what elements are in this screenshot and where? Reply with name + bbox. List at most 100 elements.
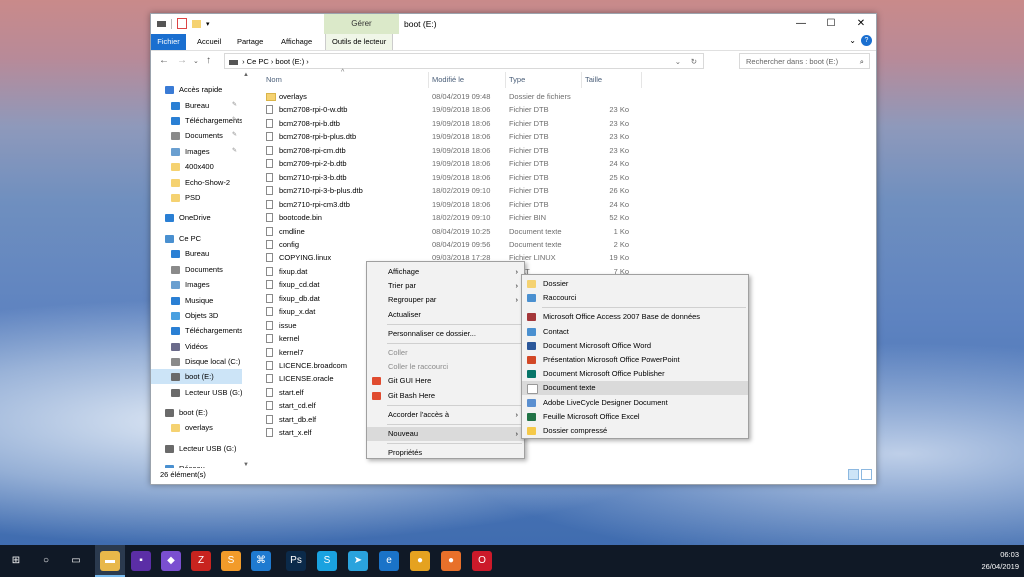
menu-item[interactable]: Coller le raccourci	[367, 360, 524, 374]
file-row[interactable]: bcm2710-rpi-cm3.dtb 19/09/2018 18:06 Fichi…	[251, 198, 811, 211]
edge-icon[interactable]: e	[379, 551, 399, 571]
sidebar-item[interactable]: Musique	[151, 293, 242, 308]
sidebar-item[interactable]: OneDrive	[151, 210, 242, 225]
menu-item[interactable]: Nouveau ›	[367, 427, 524, 441]
file-explorer-icon[interactable]: ▬	[100, 551, 120, 571]
file-row[interactable]: bootcode.bin 18/02/2019 09:10 Fichier BIN 5…	[251, 211, 811, 224]
menu-item[interactable]: Coller	[367, 346, 524, 360]
column-separator[interactable]	[428, 72, 429, 88]
skype-icon[interactable]: S	[317, 551, 337, 571]
manage-tab[interactable]: Gérer	[324, 14, 399, 34]
sublime-icon[interactable]: S	[221, 551, 241, 571]
tab-affichage[interactable]: Affichage	[275, 34, 318, 50]
pin-icon[interactable]: ✎	[232, 98, 237, 113]
menu-item[interactable]: Affichage ›	[367, 265, 524, 279]
back-arrow-icon[interactable]: ←	[159, 55, 169, 66]
sidebar-item[interactable]: Téléchargements	[151, 323, 242, 338]
file-row[interactable]: COPYING.linux 09/03/2018 17:28 Fichier LIN…	[251, 251, 811, 264]
menu-item[interactable]: Présentation Microsoft Office PowerPoint	[522, 353, 748, 367]
sidebar-item[interactable]: overlays	[151, 420, 242, 435]
menu-item[interactable]: Actualiser	[367, 308, 524, 322]
pin-icon[interactable]: ✎	[232, 144, 237, 159]
forward-arrow-icon[interactable]: →	[177, 55, 187, 66]
file-row[interactable]: config 08/04/2019 09:56 Document texte 2 Ko	[251, 238, 811, 251]
menu-item[interactable]: Trier par ›	[367, 279, 524, 293]
filezilla-icon[interactable]: Z	[191, 551, 211, 571]
recent-locations-icon[interactable]: ⌄	[193, 57, 199, 65]
menu-item[interactable]: Document Microsoft Office Publisher	[522, 367, 748, 381]
scroll-up-icon[interactable]: ▲	[243, 72, 249, 78]
sidebar-item[interactable]: Lecteur USB (G:)	[151, 441, 242, 456]
file-row[interactable]: bcm2708-rpi-cm.dtb 19/09/2018 18:06 Fichie…	[251, 144, 811, 157]
menu-item[interactable]: Microsoft Office Access 2007 Base de don…	[522, 310, 748, 324]
properties-icon[interactable]	[177, 18, 187, 29]
sidebar-item[interactable]: Téléchargements ✎	[151, 113, 242, 128]
expand-ribbon-icon[interactable]: ⌄	[849, 36, 856, 45]
sidebar-item[interactable]: Images	[151, 277, 242, 292]
file-row[interactable]: bcm2709-rpi-2-b.dtb 19/09/2018 18:06 Fichi…	[251, 157, 811, 170]
sidebar-item[interactable]: Images ✎	[151, 144, 242, 159]
pin-icon[interactable]: ✎	[232, 113, 237, 128]
navigation-pane-scrollbar[interactable]: ▲ ▼	[243, 72, 251, 468]
column-separator[interactable]	[641, 72, 642, 88]
task-view-icon[interactable]: ▭	[66, 551, 86, 571]
large-icons-view-icon[interactable]	[861, 469, 872, 480]
column-header-size[interactable]: Taille	[585, 72, 602, 88]
opera-icon[interactable]: O	[472, 551, 492, 571]
file-row[interactable]: bcm2708-rpi-b.dtb 19/09/2018 18:06 Fichier…	[251, 117, 811, 130]
sidebar-item[interactable]: Lecteur USB (G:)	[151, 385, 242, 400]
sidebar-item[interactable]: Documents	[151, 262, 242, 277]
sidebar-item[interactable]: boot (E:)	[151, 369, 242, 384]
details-view-icon[interactable]	[848, 469, 859, 480]
column-separator[interactable]	[505, 72, 506, 88]
column-header-name[interactable]: Nom	[266, 72, 282, 88]
menu-item[interactable]: Adobe LiveCycle Designer Document	[522, 396, 748, 410]
address-bar[interactable]: › Ce PC › boot (E:) › ⌄ ↻	[224, 53, 704, 69]
sidebar-item[interactable]: Ce PC	[151, 231, 242, 246]
column-header-modified[interactable]: Modifié le	[432, 72, 464, 88]
sidebar-item[interactable]: Echo-Show-2	[151, 175, 242, 190]
sidebar-item[interactable]: Accès rapide	[151, 82, 242, 97]
file-row[interactable]: cmdline 08/04/2019 10:25 Document texte 1 K…	[251, 225, 811, 238]
menu-item[interactable]: Document texte	[522, 381, 748, 396]
file-row[interactable]: bcm2710-rpi-3-b-plus.dtb 18/02/2019 09:10…	[251, 184, 811, 197]
photoshop-icon[interactable]: Ps	[286, 551, 306, 571]
menu-item[interactable]: Raccourci	[522, 291, 748, 305]
file-row[interactable]: bcm2710-rpi-3-b.dtb 19/09/2018 18:06 Fichi…	[251, 171, 811, 184]
tab-partage[interactable]: Partage	[231, 34, 269, 50]
menu-item[interactable]: Git Bash Here	[367, 389, 524, 403]
up-arrow-icon[interactable]: ↑	[206, 55, 211, 66]
teams-app-icon[interactable]: ▪	[131, 551, 151, 571]
quick-access-dropdown-icon[interactable]: ▾	[206, 20, 210, 28]
chrome-icon[interactable]: ●	[410, 551, 430, 571]
start-icon[interactable]: ⊞	[6, 551, 26, 571]
sidebar-item[interactable]: boot (E:)	[151, 405, 242, 420]
address-dropdown-icon[interactable]: ⌄	[675, 54, 681, 70]
sidebar-item[interactable]: Bureau ✎	[151, 98, 242, 113]
pin-icon[interactable]: ✎	[232, 128, 237, 143]
sidebar-item[interactable]: Objets 3D	[151, 308, 242, 323]
tab-fichier[interactable]: Fichier	[151, 34, 186, 50]
help-icon[interactable]: ?	[861, 35, 872, 46]
column-header-type[interactable]: Type	[509, 72, 525, 88]
telegram-icon[interactable]: ➤	[348, 551, 368, 571]
menu-item[interactable]: Contact	[522, 325, 748, 339]
new-folder-icon[interactable]	[192, 19, 201, 28]
vscode-icon[interactable]: ⌘	[251, 551, 271, 571]
menu-item[interactable]: Regrouper par ›	[367, 293, 524, 307]
sidebar-item[interactable]: Disque local (C:)	[151, 354, 242, 369]
tab-accueil[interactable]: Accueil	[191, 34, 227, 50]
minimize-button[interactable]: —	[786, 14, 816, 34]
maximize-button[interactable]: ☐	[816, 14, 846, 34]
system-clock[interactable]: 06:03 26/04/2019	[981, 549, 1019, 573]
refresh-icon[interactable]: ↻	[691, 54, 697, 70]
menu-item[interactable]: Propriétés	[367, 446, 524, 460]
file-row[interactable]: bcm2708-rpi-b-plus.dtb 19/09/2018 18:06 Fi…	[251, 130, 811, 143]
sidebar-item[interactable]: 400x400	[151, 159, 242, 174]
sidebar-item[interactable]: PSD	[151, 190, 242, 205]
sidebar-item[interactable]: Vidéos	[151, 339, 242, 354]
menu-item[interactable]: Dossier	[522, 277, 748, 291]
menu-item[interactable]: Accorder l'accès à ›	[367, 408, 524, 422]
tor-app-icon[interactable]: ◆	[161, 551, 181, 571]
sidebar-item[interactable]: Bureau	[151, 246, 242, 261]
